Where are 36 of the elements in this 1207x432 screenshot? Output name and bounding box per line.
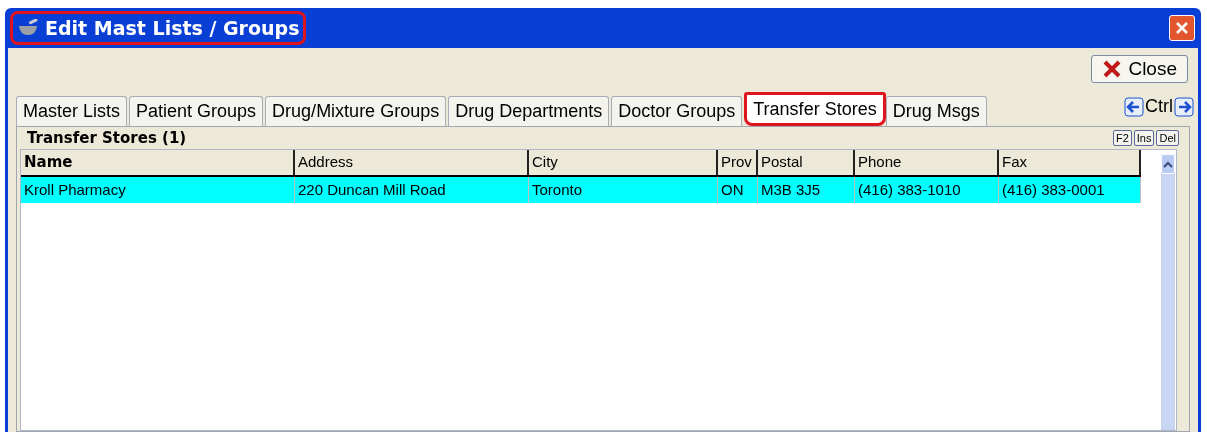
shortcut-key-button[interactable]: Ins [1133,130,1155,146]
window-title: Edit Mast Lists / Groups [45,15,300,41]
scrollbar[interactable] [1161,154,1175,430]
table-cell: 220 Duncan Mill Road [295,177,529,203]
table-cell: ON [718,177,758,203]
close-x-icon [1102,60,1123,78]
tab[interactable]: Drug/Mixture Groups [265,96,447,126]
table-row[interactable]: Kroll Pharmacy 220 Duncan Mill Road Toronto ON M3B 3J5 (416) 383-1010 (416) 383-0001 [21,177,1141,203]
tab[interactable]: Drug Msgs [885,96,987,126]
column-header[interactable]: Postal [758,150,855,175]
table-cell: Toronto [529,177,718,203]
tab[interactable]: Patient Groups [129,96,264,126]
column-header[interactable]: Prov [718,150,758,175]
column-header[interactable]: Phone [855,150,999,175]
scroll-up-button[interactable] [1161,154,1175,174]
shortcut-key-button[interactable]: F2 [1112,130,1132,146]
column-header[interactable]: Address [295,150,529,175]
table-cell: M3B 3J5 [758,177,855,203]
shortcut-key-button[interactable]: Del [1156,130,1179,146]
tab[interactable]: Drug Departments [448,96,610,126]
table-cell: Kroll Pharmacy [21,177,295,203]
tab[interactable]: Transfer Stores [744,92,886,126]
close-window-button[interactable] [1169,15,1195,41]
close-button[interactable]: Close [1091,55,1188,83]
tab[interactable]: Doctor Groups [611,96,743,126]
panel-title: Transfer Stores (1) [27,127,187,149]
close-icon [1175,21,1189,35]
ctrl-label: Ctrl [1145,95,1173,118]
column-header[interactable]: Fax [999,150,1141,175]
up-caret-icon [1163,160,1173,168]
table-cell: (416) 383-0001 [999,177,1141,203]
table-cell: (416) 383-1010 [855,177,999,203]
tab[interactable]: Master Lists [16,96,128,126]
column-header[interactable]: Name [21,150,295,175]
mortar-icon [17,19,39,37]
column-header[interactable]: City [529,150,718,175]
